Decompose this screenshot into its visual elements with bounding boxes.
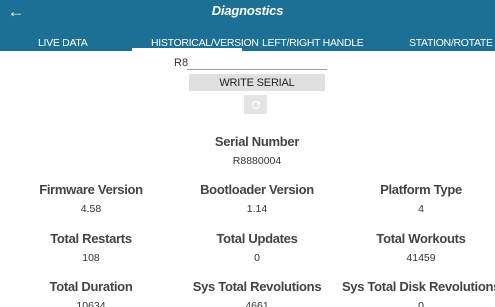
- firmware-version-value: 4.58: [80, 203, 102, 215]
- total-duration-label: Total Duration: [49, 279, 133, 294]
- bootloader-version-label: Bootloader Version: [200, 182, 314, 197]
- bootloader-version-stat: Bootloader Version 1.14: [172, 182, 342, 215]
- tab-station-rotate[interactable]: STATION/ROTATE: [409, 36, 493, 51]
- firmware-version-stat: Firmware Version 4.58: [6, 182, 176, 215]
- sys-total-revolutions-label: Sys Total Revolutions: [192, 279, 322, 294]
- total-restarts-label: Total Restarts: [50, 231, 132, 246]
- total-duration-value: 10634: [76, 300, 106, 307]
- total-restarts-value: 108: [82, 252, 100, 264]
- sys-total-disk-revolutions-label: Sys Total Disk Revolutions: [341, 279, 495, 294]
- refresh-button[interactable]: [244, 95, 267, 114]
- serial-prefix-label: R8: [174, 57, 189, 69]
- tab-left-right-handle[interactable]: LEFT/RIGHT HANDLE: [262, 36, 364, 51]
- app-bar: ← Diagnostics LIVE DATA HISTORICAL/VERSI…: [0, 0, 495, 51]
- total-updates-value: 0: [254, 252, 260, 264]
- platform-type-stat: Platform Type 4: [336, 182, 495, 215]
- total-restarts-stat: Total Restarts 108: [6, 231, 176, 264]
- platform-type-label: Platform Type: [380, 182, 462, 197]
- write-serial-button[interactable]: WRITE SERIAL: [189, 74, 325, 91]
- serial-input[interactable]: [187, 53, 327, 70]
- total-updates-stat: Total Updates 0: [172, 231, 342, 264]
- page-title: Diagnostics: [211, 3, 284, 18]
- active-tab-indicator: [132, 48, 242, 51]
- total-duration-stat: Total Duration 10634: [6, 279, 176, 307]
- total-updates-label: Total Updates: [216, 231, 298, 246]
- firmware-version-label: Firmware Version: [39, 182, 143, 197]
- sys-total-disk-revolutions-value: 0: [418, 300, 424, 307]
- total-workouts-label: Total Workouts: [376, 231, 466, 246]
- sys-total-revolutions-stat: Sys Total Revolutions 4661: [172, 279, 342, 307]
- serial-number-value: R8880004: [232, 155, 282, 167]
- tab-bar: LIVE DATA HISTORICAL/VERSION LEFT/RIGHT …: [0, 36, 495, 51]
- platform-type-value: 4: [418, 203, 424, 215]
- serial-number-label: Serial Number: [214, 134, 300, 149]
- total-workouts-value: 41459: [406, 252, 436, 264]
- total-workouts-stat: Total Workouts 41459: [336, 231, 495, 264]
- refresh-icon: [251, 100, 260, 109]
- sys-total-revolutions-value: 4661: [245, 300, 269, 307]
- tab-live-data[interactable]: LIVE DATA: [38, 36, 88, 51]
- serial-number-stat: Serial Number R8880004: [172, 134, 342, 167]
- sys-total-disk-revolutions-stat: Sys Total Disk Revolutions 0: [336, 279, 495, 307]
- bootloader-version-value: 1.14: [246, 203, 268, 215]
